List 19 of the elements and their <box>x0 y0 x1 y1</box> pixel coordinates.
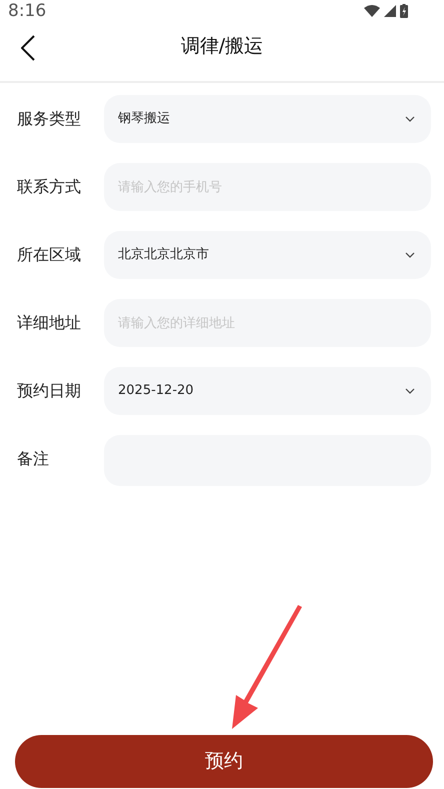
chevron-down-icon <box>405 116 415 122</box>
field-label: 备注 <box>17 448 50 470</box>
chevron-down-icon <box>405 252 415 258</box>
back-icon <box>21 35 35 61</box>
submit-button[interactable]: 预约 <box>15 735 433 788</box>
field-label: 预约日期 <box>17 380 82 402</box>
chevron-down-icon <box>405 388 415 394</box>
wifi-icon <box>364 5 380 17</box>
status-time: 8:16 <box>8 2 46 20</box>
battery-icon <box>400 4 408 18</box>
select-field[interactable]: 2025-12-20 <box>104 367 431 415</box>
select-field[interactable]: 北京北京北京市 <box>104 231 431 279</box>
field-label: 服务类型 <box>17 108 82 130</box>
select-field[interactable]: 钢琴搬运 <box>104 95 431 143</box>
page-title: 调律/搬运 <box>180 34 264 60</box>
field-label: 联系方式 <box>17 176 82 198</box>
field-label: 所在区域 <box>17 244 82 266</box>
signal-icon <box>384 5 396 17</box>
field-label: 详细地址 <box>17 312 82 334</box>
